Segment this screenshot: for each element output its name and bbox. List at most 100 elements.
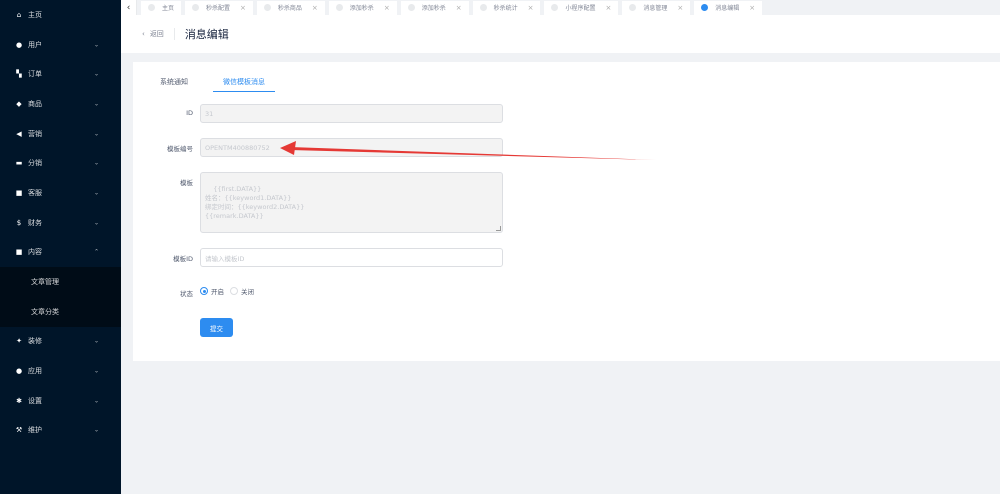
tab-dot-icon	[407, 4, 415, 11]
tabs-bar: ‹ 主页 秒杀配置 × 秒杀商品 × 添加秒杀 × 添加秒杀 × 秒杀统计 × 小程序配置 × 消息管理 ×…	[121, 0, 1000, 15]
sidebar-item-a4[interactable]: ◀ 营销 ⌄	[0, 119, 121, 149]
tab-1[interactable]: 秒杀配置 ×	[185, 0, 253, 15]
status-off-label[interactable]: 关闭	[241, 286, 254, 296]
chevron-down-icon: ⌄	[94, 426, 100, 434]
template-label: 模板	[180, 179, 193, 187]
close-icon[interactable]: ×	[677, 4, 683, 12]
chevron-down-icon: ⌄	[94, 219, 100, 227]
marketing-icon: ◀	[16, 129, 22, 138]
sidebar-item-a1[interactable]: ● 用户 ⌄	[0, 30, 121, 60]
chevron-down-icon: ⌄	[94, 130, 100, 138]
status-label: 状态	[180, 290, 193, 298]
sidebar-item-a3[interactable]: ◆ 商品 ⌄	[0, 89, 121, 119]
tab-2[interactable]: 秒杀商品 ×	[256, 0, 325, 15]
sidebar-item-a2[interactable]: ▚ 订单 ⌄	[0, 59, 121, 89]
sidebar-item-label: 主页	[28, 10, 42, 19]
tab-label: 秒杀商品	[277, 5, 302, 12]
decoration-icon: ✦	[16, 337, 22, 346]
sidebar-item-a7[interactable]: $ 财务 ⌄	[0, 208, 121, 238]
tab-6[interactable]: 小程序配置 ×	[544, 0, 619, 15]
close-icon[interactable]: ×	[240, 4, 246, 12]
sidebar: ⌂ 主页 ● 用户 ⌄ ▚ 订单 ⌄ ◆ 商品 ⌄ ◀ 营销 ⌄ ▬ 分销 ⌄ ■ 客服 ⌄ $ 财务 ⌄ ■ 内容 ⌃ 文章管理文…	[0, 0, 121, 494]
sidebar-item-label: 维护	[28, 426, 42, 435]
tab-dot-icon	[551, 4, 559, 11]
tab-dot-icon	[629, 4, 637, 11]
tab-label: 主页	[162, 5, 175, 12]
sidebar-item-a6[interactable]: ■ 客服 ⌄	[0, 178, 121, 208]
sidebar-item-b3[interactable]: ⚒ 维护 ⌄	[0, 416, 121, 446]
chevron-left-icon: ‹	[142, 30, 145, 38]
tab-5[interactable]: 秒杀统计 ×	[472, 0, 541, 15]
tab-dot-icon	[701, 4, 709, 11]
close-icon[interactable]: ×	[528, 4, 534, 12]
finance-icon: $	[16, 218, 22, 227]
sidebar-item-a8[interactable]: ■ 内容 ⌃	[0, 238, 121, 268]
close-icon[interactable]: ×	[605, 4, 611, 12]
sidebar-item-a0[interactable]: ⌂ 主页	[0, 0, 121, 30]
header-divider	[173, 28, 175, 40]
status-on-radio[interactable]	[200, 287, 208, 295]
template-no-field[interactable]: OPENTM400880752	[200, 138, 503, 157]
close-icon[interactable]: ×	[749, 4, 755, 12]
user-icon: ●	[15, 40, 23, 49]
sidebar-item-label: 用户	[28, 40, 42, 49]
sidebar-item-label: 内容	[28, 248, 42, 257]
page-header: ‹ 返回 消息编辑	[121, 15, 1000, 53]
sidebar-item-label: 财务	[28, 218, 42, 227]
sidebar-item-label: 分销	[28, 159, 42, 168]
chevron-up-icon: ⌃	[94, 248, 100, 256]
close-icon[interactable]: ×	[384, 4, 390, 12]
tab-wechat-template[interactable]: 微信模板消息	[213, 72, 275, 92]
tab-label: 消息编辑	[715, 5, 740, 12]
content-icon: ■	[15, 248, 23, 257]
template-textarea[interactable]: {{first.DATA}} 姓名：{{keyword1.DATA}} 绑定时间…	[200, 172, 503, 233]
sidebar-item-label: 应用	[28, 367, 42, 376]
sidebar-item-a5[interactable]: ▬ 分销 ⌄	[0, 148, 121, 178]
tab-0[interactable]: 主页	[141, 0, 182, 15]
card-tabs: 系统通知 微信模板消息	[133, 72, 1000, 92]
tab-label: 消息管理	[643, 5, 668, 12]
chevron-down-icon: ⌄	[94, 367, 100, 375]
chevron-down-icon: ⌄	[94, 41, 100, 49]
tab-dot-icon	[335, 4, 343, 11]
submit-button[interactable]: 提交	[200, 318, 233, 337]
close-icon[interactable]: ×	[312, 4, 318, 12]
sidebar-subitem-1[interactable]: 文章分类	[0, 296, 121, 327]
template-id-input[interactable]: 请输入模板ID	[200, 248, 503, 267]
sidebar-item-label: 订单	[28, 70, 42, 79]
back-label: 返回	[149, 30, 164, 38]
settings-icon: ✱	[16, 396, 22, 405]
resize-handle-icon[interactable]	[496, 226, 501, 231]
form-card: 系统通知 微信模板消息 ID 31 模板编号 OPENTM400880752 模…	[133, 62, 1000, 361]
sidebar-item-label: 营销	[28, 129, 42, 138]
tab-dot-icon	[479, 4, 487, 11]
chevron-down-icon: ⌄	[94, 397, 100, 405]
sidebar-item-label: 商品	[28, 99, 42, 108]
sidebar-item-b2[interactable]: ✱ 设置 ⌄	[0, 386, 121, 416]
tab-7[interactable]: 消息管理 ×	[622, 0, 691, 15]
sidebar-item-b0[interactable]: ✦ 装修 ⌄	[0, 327, 121, 357]
app-icon: ●	[15, 367, 23, 376]
tab-8[interactable]: 消息编辑 ×	[694, 0, 763, 15]
tab-system-notice[interactable]: 系统通知	[160, 72, 188, 92]
status-off-radio[interactable]	[230, 287, 238, 295]
back-button[interactable]: ‹ 返回	[142, 29, 164, 39]
close-icon[interactable]: ×	[456, 4, 462, 12]
chevron-down-icon: ⌄	[94, 70, 100, 78]
tabs-prev-button[interactable]: ‹	[121, 0, 137, 15]
status-on-label[interactable]: 开启	[211, 286, 224, 296]
sidebar-subitem-0[interactable]: 文章管理	[0, 267, 121, 297]
sidebar-item-label: 装修	[28, 337, 42, 346]
chevron-down-icon: ⌄	[94, 159, 100, 167]
home-icon: ⌂	[16, 10, 22, 19]
tab-label: 添加秒杀	[349, 5, 374, 12]
distribution-icon: ▬	[15, 159, 23, 168]
sidebar-item-b1[interactable]: ● 应用 ⌄	[0, 356, 121, 386]
tab-3[interactable]: 添加秒杀 ×	[328, 0, 397, 15]
id-field[interactable]: 31	[200, 104, 503, 123]
chevron-down-icon: ⌄	[94, 337, 100, 345]
tab-dot-icon	[148, 4, 155, 11]
tab-4[interactable]: 添加秒杀 ×	[400, 0, 469, 15]
cart-icon: ▚	[16, 70, 22, 79]
tab-label: 小程序配置	[565, 5, 596, 12]
